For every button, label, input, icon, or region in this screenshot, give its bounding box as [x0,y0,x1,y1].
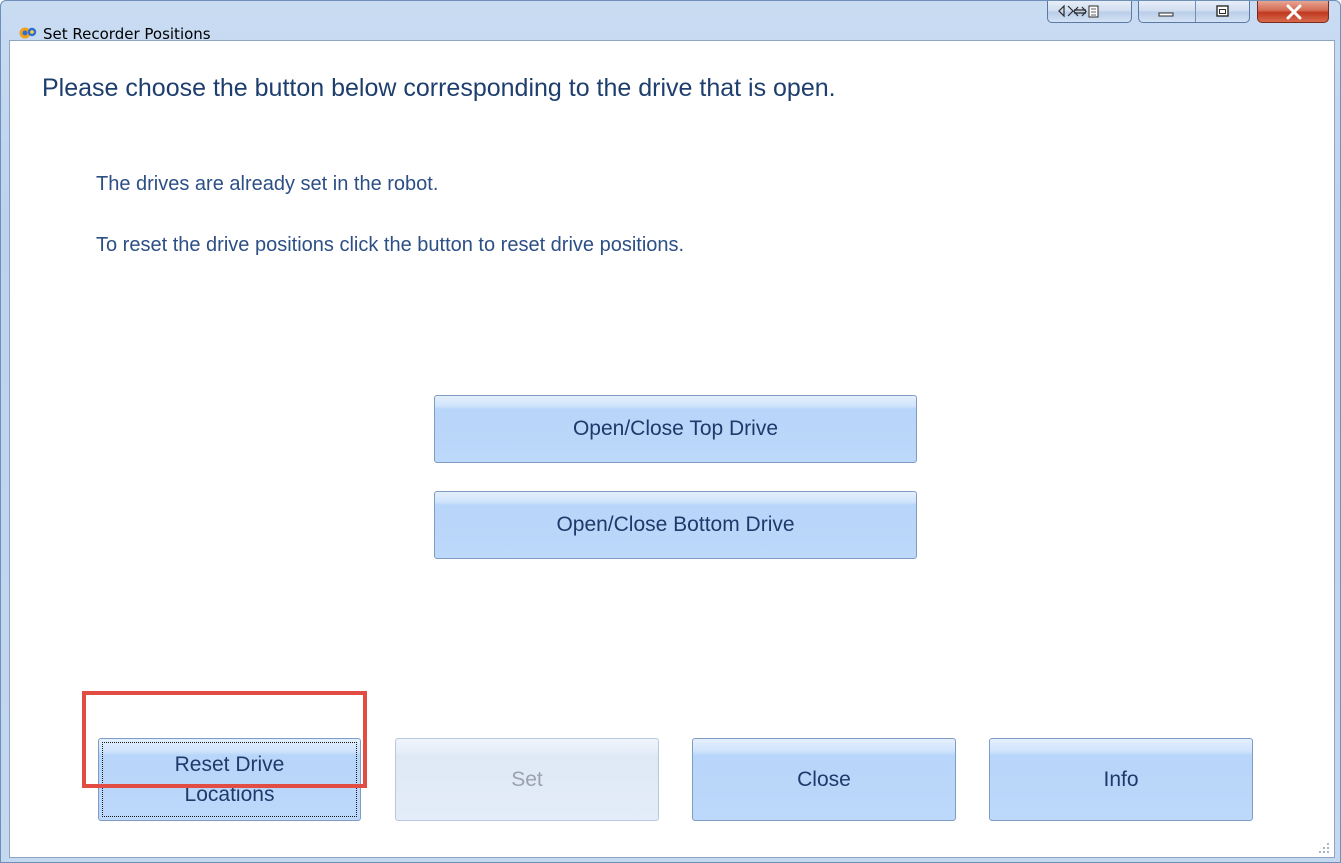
reset-drive-label-line2: Locations [184,782,275,806]
close-window-button[interactable] [1257,1,1329,23]
window-controls [1138,1,1250,23]
open-close-top-drive-button[interactable]: Open/Close Top Drive [434,395,917,463]
info-button[interactable]: Info [989,738,1253,821]
info-button-label: Info [1103,767,1139,791]
maximize-button[interactable] [1196,1,1250,22]
minimize-button[interactable] [1139,1,1195,22]
open-close-bottom-drive-label: Open/Close Bottom Drive [556,513,795,536]
close-button-label: Close [797,767,851,791]
instruction-heading: Please choose the button below correspon… [42,74,836,102]
dialog-window: Set Recorder Positions Please choose the… [0,0,1341,863]
reset-drive-locations-button[interactable]: Reset Drive Locations [98,738,361,821]
dialog-content: Please choose the button below correspon… [9,40,1335,858]
reset-drive-label-line1: Reset Drive [174,752,285,776]
recorder-app-icon [19,24,37,40]
back-forward-icon [1048,1,1132,22]
title-bar[interactable]: Set Recorder Positions [1,1,1340,43]
info-line-drives-set: The drives are already set in the robot. [96,173,439,195]
resize-grip-icon[interactable] [1318,841,1330,853]
set-button[interactable]: Set [395,738,659,821]
back-forward-button[interactable] [1047,1,1132,23]
set-button-label: Set [511,767,543,791]
close-icon [1286,4,1302,20]
open-close-top-drive-label: Open/Close Top Drive [572,417,779,440]
open-close-bottom-drive-button[interactable]: Open/Close Bottom Drive [434,491,917,559]
close-button[interactable]: Close [692,738,956,821]
info-line-reset-hint: To reset the drive positions click the b… [96,234,685,256]
